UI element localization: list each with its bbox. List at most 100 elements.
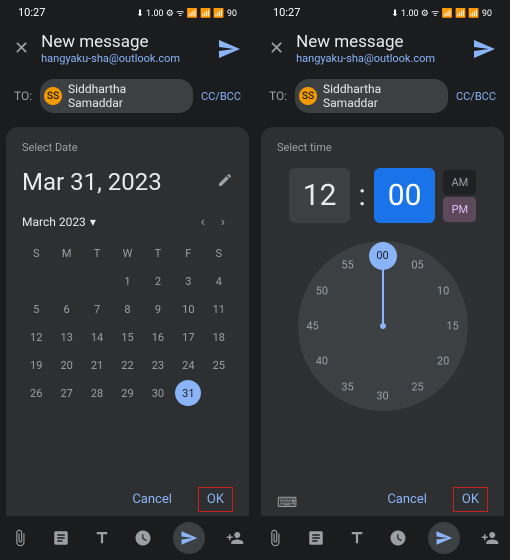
clock-icon[interactable] (387, 527, 409, 549)
recipient-chip[interactable]: SS Siddhartha Samaddar (295, 79, 448, 113)
clock-tick[interactable]: 55 (336, 259, 360, 272)
prev-month-button[interactable]: ‹ (193, 214, 213, 230)
header-title: New message (41, 32, 205, 52)
calendar-day[interactable]: 10 (174, 296, 202, 322)
ok-button[interactable]: OK (453, 487, 488, 512)
clock-tick[interactable]: 45 (301, 320, 325, 333)
clock-tick[interactable]: 35 (336, 380, 360, 393)
calendar-day[interactable]: 4 (205, 268, 233, 294)
calendar-day[interactable]: 6 (52, 296, 80, 322)
calendar-day[interactable]: 5 (22, 296, 50, 322)
to-row: TO: SS Siddhartha Samaddar CC/BCC (255, 73, 510, 119)
cc-bcc-toggle[interactable]: CC/BCC (456, 90, 496, 103)
header-email: hangyaku-sha@outlook.com (296, 52, 460, 65)
calendar-day[interactable]: 17 (174, 324, 202, 350)
close-icon[interactable]: ✕ (269, 38, 284, 59)
calendar-day[interactable]: 23 (144, 352, 172, 378)
attach-icon[interactable] (9, 527, 31, 549)
clock-tick[interactable]: 00 (369, 242, 397, 270)
status-time: 10:27 (273, 6, 300, 19)
recipient-name: Siddhartha Samaddar (68, 82, 183, 110)
note-icon[interactable] (50, 527, 72, 549)
keyboard-icon[interactable]: ⌨ (277, 495, 297, 511)
next-month-button[interactable]: › (213, 214, 233, 230)
calendar-grid: SMTWTFS123456789101112131415161718192021… (22, 240, 233, 406)
close-icon[interactable]: ✕ (14, 38, 29, 59)
status-time: 10:27 (18, 6, 45, 19)
note-icon[interactable] (305, 527, 327, 549)
calendar-day[interactable]: 18 (205, 324, 233, 350)
clock-tick[interactable]: 10 (431, 285, 455, 298)
clock-tick[interactable]: 25 (406, 380, 430, 393)
send-icon[interactable] (217, 37, 241, 61)
status-icons: ⬇ 1.00 ⚙ ᯤ 📶 📶 📶 90 (391, 6, 492, 19)
calendar-day[interactable]: 28 (83, 380, 111, 406)
ok-button[interactable]: OK (198, 487, 233, 512)
calendar-day[interactable]: 22 (113, 352, 141, 378)
header-text: New message hangyaku-sha@outlook.com (296, 32, 460, 65)
clock-tick[interactable]: 30 (371, 390, 395, 403)
attach-icon[interactable] (264, 527, 286, 549)
text-format-icon[interactable] (346, 527, 368, 549)
calendar-day[interactable]: 13 (52, 324, 80, 350)
am-button[interactable]: AM (443, 170, 476, 195)
clock-tick[interactable]: 50 (310, 285, 334, 298)
selected-date: Mar 31, 2023 (22, 168, 217, 196)
calendar-day[interactable]: 27 (52, 380, 80, 406)
chevron-down-icon: ▾ (90, 215, 96, 229)
add-contact-icon[interactable] (479, 527, 501, 549)
calendar-day[interactable]: 15 (113, 324, 141, 350)
recipient-chip[interactable]: SS Siddhartha Samaddar (40, 79, 193, 113)
calendar-day[interactable]: 8 (113, 296, 141, 322)
phone-left: 10:27 ⬇ 1.00 ⚙ ᯤ 📶 📶 📶 90 ✕ New message … (0, 0, 255, 560)
edit-icon[interactable] (217, 172, 233, 192)
calendar-day[interactable]: 25 (205, 352, 233, 378)
cancel-button[interactable]: Cancel (377, 486, 437, 513)
schedule-send-icon[interactable] (173, 522, 205, 554)
calendar-day[interactable]: 9 (144, 296, 172, 322)
dow-header: F (174, 240, 202, 266)
cancel-button[interactable]: Cancel (122, 486, 182, 513)
calendar-day[interactable]: 21 (83, 352, 111, 378)
calendar-day[interactable]: 1 (113, 268, 141, 294)
month-label[interactable]: March 2023 ▾ (22, 215, 193, 229)
time-input-row: 12 : 00 AM PM (277, 168, 488, 223)
calendar-day[interactable]: 30 (144, 380, 172, 406)
clock-tick[interactable]: 40 (310, 355, 334, 368)
schedule-send-icon[interactable] (428, 522, 460, 554)
clock-icon[interactable] (132, 527, 154, 549)
calendar-day[interactable]: 2 (144, 268, 172, 294)
send-icon[interactable] (472, 37, 496, 61)
calendar-day[interactable]: 16 (144, 324, 172, 350)
clock-tick[interactable]: 15 (441, 320, 465, 333)
status-icons: ⬇ 1.00 ⚙ ᯤ 📶 📶 📶 90 (136, 6, 237, 19)
time-colon: : (358, 178, 365, 213)
dow-header: S (22, 240, 50, 266)
calendar-day[interactable]: 3 (174, 268, 202, 294)
to-row: TO: SS Siddhartha Samaddar CC/BCC (0, 73, 255, 119)
clock-tick[interactable]: 20 (431, 355, 455, 368)
hour-input[interactable]: 12 (289, 168, 351, 223)
calendar-day[interactable]: 24 (174, 352, 202, 378)
clock-tick[interactable]: 05 (406, 259, 430, 272)
calendar-day[interactable]: 14 (83, 324, 111, 350)
calendar-day[interactable]: 19 (22, 352, 50, 378)
dialog-title: Select Date (22, 141, 233, 154)
ampm-toggle: AM PM (443, 170, 476, 222)
status-bar: 10:27 ⬇ 1.00 ⚙ ᯤ 📶 📶 📶 90 (0, 0, 255, 24)
text-format-icon[interactable] (91, 527, 113, 549)
calendar-day[interactable]: 12 (22, 324, 50, 350)
calendar-day[interactable]: 20 (52, 352, 80, 378)
calendar-day[interactable]: 26 (22, 380, 50, 406)
header-email: hangyaku-sha@outlook.com (41, 52, 205, 65)
clock-face[interactable]: 00 0510 15 2025 30 3540 45 5055 (298, 241, 468, 411)
calendar-day[interactable]: 7 (83, 296, 111, 322)
pm-button[interactable]: PM (443, 197, 476, 222)
calendar-day[interactable]: 11 (205, 296, 233, 322)
calendar-day[interactable]: 29 (113, 380, 141, 406)
cc-bcc-toggle[interactable]: CC/BCC (201, 90, 241, 103)
header-title: New message (296, 32, 460, 52)
calendar-day[interactable]: 31 (175, 380, 201, 406)
add-contact-icon[interactable] (224, 527, 246, 549)
minute-input[interactable]: 00 (374, 168, 436, 223)
